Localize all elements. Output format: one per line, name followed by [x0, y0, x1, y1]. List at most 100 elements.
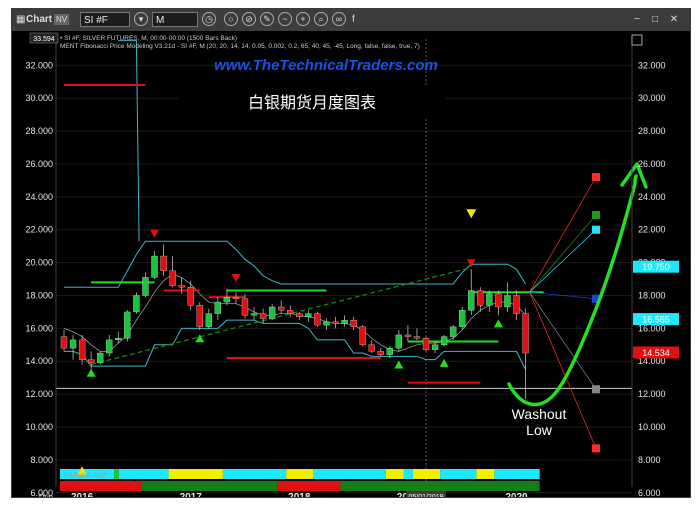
candle-body — [151, 255, 158, 278]
chart-window: ▦ Chart NV SI #F ▾ M ◷ ○ ⊘ ✎ ~ + ⌕ ∞ f −… — [11, 8, 691, 498]
candle-body — [341, 319, 348, 324]
candle-body — [459, 310, 466, 327]
candle-body — [259, 313, 267, 319]
band-bottom-segment — [277, 481, 341, 491]
candle-body — [250, 313, 258, 316]
chart-title: 白银期货月度图表 — [248, 94, 376, 112]
candle-body — [440, 336, 448, 345]
candle-body — [196, 305, 203, 327]
info-line-1: • SI #F, SILVER FUTURES, M, 00:00-00:00 … — [60, 35, 237, 42]
candle-body — [160, 255, 167, 271]
candle-body — [187, 287, 194, 306]
candle-body — [88, 359, 95, 364]
y-tick-right: 8.000 — [638, 455, 661, 465]
y-tick-right: 12.000 — [638, 389, 666, 399]
add-study-icon[interactable]: + — [296, 12, 310, 26]
candle-body — [504, 295, 511, 308]
y-tick-right: 32.000 — [638, 60, 666, 70]
draw-circle-icon[interactable]: ○ — [224, 12, 238, 26]
projection-marker — [592, 385, 600, 394]
symbol-dropdown-icon[interactable]: ▾ — [134, 12, 148, 26]
price-chart: 32.000 32.000 30.000 30.000 28.000 28.000 26.0… — [12, 31, 690, 497]
website-title: www.TheTechnicalTraders.com — [214, 57, 438, 74]
forbidden-icon[interactable]: ⊘ — [242, 12, 256, 26]
band-top-segment — [168, 469, 223, 479]
clock-icon[interactable]: ◷ — [202, 12, 216, 26]
x-tick-label: 2018 — [288, 492, 311, 497]
candle-body — [241, 298, 249, 316]
y-tick-left: 30.000 — [25, 93, 53, 103]
y-tick-left: 14.000 — [25, 356, 53, 366]
price-tag-label: 14.534 — [642, 348, 670, 358]
chart-app-icon: ▦ — [16, 14, 26, 25]
candle-body — [513, 295, 520, 314]
candle-body — [305, 313, 312, 318]
candle-body — [350, 319, 357, 327]
projection-marker — [592, 173, 600, 182]
candle-body — [332, 321, 339, 324]
projection-marker — [592, 225, 600, 234]
candle-body — [422, 338, 430, 350]
candle-body — [314, 313, 321, 326]
candle-body — [205, 313, 212, 327]
y-tick-right: 6.000 — [638, 488, 661, 497]
candle-body — [404, 334, 412, 337]
candle-body — [124, 311, 131, 339]
candle-body — [278, 306, 285, 311]
x-tick-label: 2016 — [71, 492, 94, 497]
annotation-washout: Washout — [512, 406, 567, 422]
symbol-input[interactable]: SI #F — [80, 12, 130, 27]
band-top-segment — [286, 469, 314, 479]
y-tick-left: 18.000 — [25, 290, 53, 300]
link-icon[interactable]: ∞ — [332, 12, 346, 26]
y-tick-right: 24.000 — [638, 192, 666, 202]
price-tag-label: 16.565 — [642, 315, 670, 325]
candle-body — [78, 339, 86, 360]
candle-body — [413, 336, 421, 339]
candle-body — [223, 296, 231, 303]
price-tag-label: 19.750 — [642, 262, 670, 272]
nv-badge: NV — [54, 14, 70, 25]
candle-body — [323, 321, 330, 326]
y-tick-left: 16.000 — [25, 323, 53, 333]
search-icon[interactable]: ⌕ — [314, 12, 328, 26]
band-top-segment — [440, 469, 477, 479]
pencil-icon[interactable]: ✎ — [260, 12, 274, 26]
band-top-segment — [222, 469, 287, 479]
y-tick-right: 10.000 — [638, 422, 666, 432]
maximize-icon[interactable]: □ — [648, 12, 662, 27]
interval-input[interactable]: M — [152, 12, 198, 27]
candle-body — [522, 313, 529, 354]
candle-body — [431, 344, 439, 350]
candle-body — [359, 326, 366, 345]
close-icon[interactable]: ✕ — [667, 12, 681, 27]
y-tick-right: 26.000 — [638, 159, 666, 169]
share-icon[interactable]: f — [352, 12, 355, 27]
band-bottom-segment — [60, 481, 142, 491]
candle-body — [486, 293, 493, 306]
candle-body — [133, 295, 140, 313]
band-top-segment — [403, 469, 413, 479]
band-top-segment — [412, 469, 441, 479]
candle-body — [115, 338, 122, 341]
y-tick-left: 8.000 — [30, 455, 53, 465]
minimize-icon[interactable]: − — [630, 12, 644, 27]
x-tick-label: Dyn — [39, 493, 53, 497]
y-tick-left: 20.000 — [25, 258, 53, 268]
candle-body — [268, 306, 276, 319]
y-tick-left: 28.000 — [25, 126, 53, 136]
y-tick-right: 30.000 — [638, 93, 666, 103]
candle-body — [69, 339, 77, 349]
candle-body — [449, 326, 457, 337]
copyright: © eSignal, 2020 — [64, 472, 107, 479]
candle-body — [97, 352, 104, 364]
y-tick-left: 22.000 — [25, 225, 53, 235]
wave-icon[interactable]: ~ — [278, 12, 292, 26]
app-label: Chart — [26, 14, 53, 25]
candle-body — [169, 270, 176, 286]
candle-body — [178, 285, 185, 288]
y-tick-right: 18.000 — [638, 290, 666, 300]
candle-body — [495, 293, 502, 308]
candle-body — [368, 344, 375, 352]
x-tick-label: 05/01/2019 — [408, 494, 443, 497]
